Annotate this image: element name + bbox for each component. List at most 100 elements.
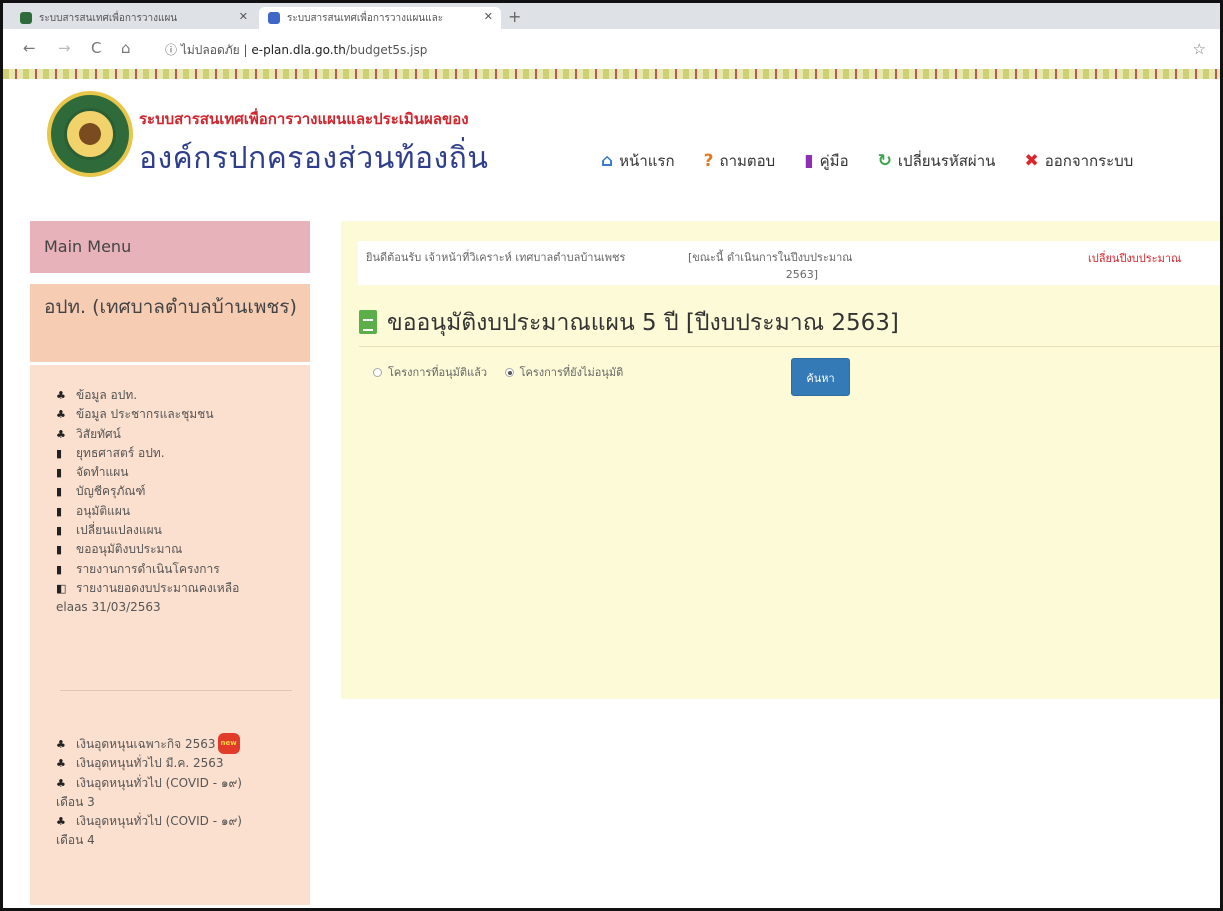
sidebar-item-label: เงินอุดหนุนเฉพาะกิจ 2563	[76, 737, 216, 751]
browser-window: ระบบสารสนเทศเพื่อการวางแผน ✕ ระบบสารสนเท…	[0, 0, 1223, 911]
back-button[interactable]: ←	[23, 39, 36, 57]
heading-divider	[359, 346, 1220, 347]
sidebar-menu-grants: ♣ เงินอุดหนุนเฉพาะกิจ 2563 new ♣ เงินอุดหนุ…	[56, 733, 306, 851]
sidebar-item-equipment[interactable]: ▮ บัญชีครุภัณฑ์	[56, 482, 306, 501]
sidebar-item-label: เปลี่ยนแปลงแผน	[76, 523, 162, 538]
new-badge: new	[217, 733, 240, 755]
site-header: ระบบสารสนเทศเพื่อการวางแผนและประเมินผลขอ…	[3, 79, 1220, 205]
sidebar-item-label-cont: elaas 31/03/2563	[56, 600, 161, 615]
favicon-icon	[20, 12, 32, 24]
nav-change-password-label: เปลี่ยนรหัสผ่าน	[897, 152, 996, 170]
radio-unapproved-projects[interactable]: โครงการที่ยังไม่อนุมัติ	[504, 363, 624, 381]
sidebar-item-covid-grant-month3[interactable]: ♣ เงินอุดหนุนทั่วไป (COVID - ๑๙) เดือน 3	[56, 774, 306, 813]
sitemap-icon: ♣	[56, 757, 66, 771]
bookmark-icon: ▮	[56, 485, 63, 499]
favicon-icon	[268, 12, 280, 24]
nav-home[interactable]: ⌂ หน้าแรก	[601, 149, 675, 173]
url-path: /budget5s.jsp	[345, 43, 428, 57]
close-tab-icon[interactable]: ✕	[239, 10, 248, 23]
sidebar-item-vision[interactable]: ♣ วิสัยทัศน์	[56, 425, 306, 444]
logo-emblem	[64, 108, 116, 160]
radio-dot-selected[interactable]	[504, 368, 514, 377]
sidebar-menu-panel: ♣ ข้อมูล อปท. ♣ ข้อมูล ประชากรและชุมชน ♣ วิ…	[30, 365, 310, 905]
question-icon: ?	[703, 151, 714, 171]
sitemap-icon: ♣	[56, 776, 66, 790]
radio-approved-projects[interactable]: โครงการที่อนุมัติแล้ว	[373, 363, 487, 381]
url-separator: |	[243, 43, 248, 57]
sitemap-icon: ♣	[56, 389, 66, 402]
main-content: ยินดีต้อนรับ เจ้าหน้าที่วิเคราะห์ เทศบาล…	[341, 221, 1220, 699]
sidebar-item-approve-plan[interactable]: ▮ อนุมัติแผน	[56, 502, 306, 521]
sidebar-item-label: บัญชีครุภัณฑ์	[76, 484, 146, 499]
sidebar-item-label: วิสัยทัศน์	[76, 426, 121, 441]
change-fiscal-year-link[interactable]: เปลี่ยนปีงบประมาณ	[1088, 249, 1181, 267]
search-button[interactable]: ค้นหา	[791, 358, 850, 396]
project-filter: โครงการที่อนุมัติแล้ว โครงการที่ยังไม่อน…	[373, 363, 637, 381]
decorative-stripe	[3, 69, 1220, 79]
sidebar-item-label: ข้อมูล ประชากรและชุมชน	[76, 407, 214, 422]
sitemap-icon: ♣	[56, 738, 66, 751]
close-tab-icon[interactable]: ✕	[484, 10, 493, 23]
nav-manual[interactable]: ▮ คู่มือ	[804, 149, 848, 173]
site-subtitle: ระบบสารสนเทศเพื่อการวางแผนและประเมินผลขอ…	[139, 110, 469, 128]
nav-change-password[interactable]: ↻ เปลี่ยนรหัสผ่าน	[878, 149, 996, 173]
bookmark-icon: ▮	[56, 524, 63, 538]
sidebar-item-covid-grant-month4[interactable]: ♣ เงินอุดหนุนทั่วไป (COVID - ๑๙) เดือน 4	[56, 812, 306, 851]
sidebar-item-label: เงินอุดหนุนทั่วไป มี.ค. 2563	[76, 756, 224, 771]
sidebar-item-label: รายงานการดำเนินโครงการ	[76, 561, 220, 576]
nav-manual-label: คู่มือ	[819, 152, 849, 170]
browser-tab-1[interactable]: ระบบสารสนเทศเพื่อการวางแผน ✕	[11, 7, 256, 29]
security-indicator[interactable]: ⓘ ไม่ปลอดภัย	[165, 43, 240, 57]
sidebar-item-strategy[interactable]: ▮ ยุทธศาสตร์ อปท.	[56, 444, 306, 463]
bookmark-icon: ▮	[56, 446, 63, 460]
address-bar-row: ← → C ⌂ ⓘ ไม่ปลอดภัย | e-plan.dla.go.th/…	[3, 29, 1220, 69]
tab-title: ระบบสารสนเทศเพื่อการวางแผนและ	[287, 13, 444, 24]
logo-core	[79, 123, 101, 145]
bookmark-star-icon[interactable]: ☆	[1193, 40, 1206, 58]
sidebar-item-population[interactable]: ♣ ข้อมูล ประชากรและชุมชน	[56, 405, 306, 424]
document-icon	[359, 310, 377, 334]
top-nav: ⌂ หน้าแรก ? ถามตอบ ▮ คู่มือ ↻ เปลี่ยนรหัสผ่า…	[601, 149, 1157, 179]
reload-button[interactable]: C	[91, 39, 101, 57]
sidebar-divider	[60, 690, 292, 691]
home-button[interactable]: ⌂	[121, 39, 131, 57]
info-bar: ยินดีต้อนรับ เจ้าหน้าที่วิเคราะห์ เทศบาล…	[358, 241, 1220, 285]
tab-bar: ระบบสารสนเทศเพื่อการวางแผน ✕ ระบบสารสนเท…	[3, 3, 1220, 29]
page-title: ขออนุมัติงบประมาณแผน 5 ปี [ปีงบประมาณ 25…	[359, 305, 899, 341]
browser-tab-2[interactable]: ระบบสารสนเทศเพื่อการวางแผนและ ✕	[259, 7, 501, 29]
nav-faq[interactable]: ? ถามตอบ	[704, 149, 776, 173]
radio-dot[interactable]	[373, 368, 382, 377]
sidebar-item-create-plan[interactable]: ▮ จัดทำแผน	[56, 463, 306, 482]
forward-button[interactable]: →	[58, 39, 71, 57]
sidebar-item-label: จัดทำแผน	[76, 465, 129, 480]
sidebar-item-label-cont: เดือน 4	[56, 833, 95, 848]
sidebar-item-label: ข้อมูล อปท.	[76, 388, 138, 402]
sidebar-item-change-plan[interactable]: ▮ เปลี่ยนแปลงแผน	[56, 521, 306, 540]
sidebar-item-specific-grant[interactable]: ♣ เงินอุดหนุนเฉพาะกิจ 2563 new	[56, 733, 306, 755]
sidebar-item-label-cont: เดือน 3	[56, 794, 95, 809]
sidebar-item-project-report[interactable]: ▮ รายงานการดำเนินโครงการ	[56, 560, 306, 579]
nav-logout-label: ออกจากระบบ	[1044, 152, 1134, 170]
sitemap-icon: ♣	[56, 408, 66, 422]
url-field[interactable]: ⓘ ไม่ปลอดภัย | e-plan.dla.go.th/budget5s…	[153, 36, 1168, 62]
nav-logout[interactable]: ✖ ออกจากระบบ	[1024, 149, 1133, 173]
sidebar-menu: ♣ ข้อมูล อปท. ♣ ข้อมูล ประชากรและชุมชน ♣ วิ…	[56, 386, 306, 618]
sidebar-item-remaining-budget[interactable]: ◧ รายงานยอดงบประมาณคงเหลือ elaas 31/03/256…	[56, 579, 306, 618]
fiscal-year: 2563]	[785, 268, 818, 281]
sitemap-icon: ♣	[56, 815, 66, 829]
sidebar-item-general-grant-mar[interactable]: ♣ เงินอุดหนุนทั่วไป มี.ค. 2563	[56, 754, 306, 773]
dla-logo[interactable]	[47, 91, 133, 177]
radio-label: โครงการที่ยังไม่อนุมัติ	[519, 366, 624, 379]
sidebar-item-org-info[interactable]: ♣ ข้อมูล อปท.	[56, 386, 306, 405]
sidebar-item-budget-request[interactable]: ▮ ขออนุมัติงบประมาณ	[56, 540, 306, 559]
page-title-text: ขออนุมัติงบประมาณแผน 5 ปี [ปีงบประมาณ 25…	[387, 310, 899, 336]
sidebar-item-label: เงินอุดหนุนทั่วไป (COVID - ๑๙)	[76, 775, 242, 790]
bookmark-icon: ▮	[56, 562, 63, 576]
sidebar-item-label: ยุทธศาสตร์ อปท.	[76, 445, 165, 460]
nav-faq-label: ถามตอบ	[719, 152, 776, 170]
new-tab-button[interactable]: +	[508, 7, 521, 26]
radio-label: โครงการที่อนุมัติแล้ว	[388, 366, 488, 379]
close-icon: ✖	[1024, 151, 1039, 171]
bookmark-icon: ▮	[56, 543, 63, 557]
nav-home-label: หน้าแรก	[619, 152, 675, 170]
